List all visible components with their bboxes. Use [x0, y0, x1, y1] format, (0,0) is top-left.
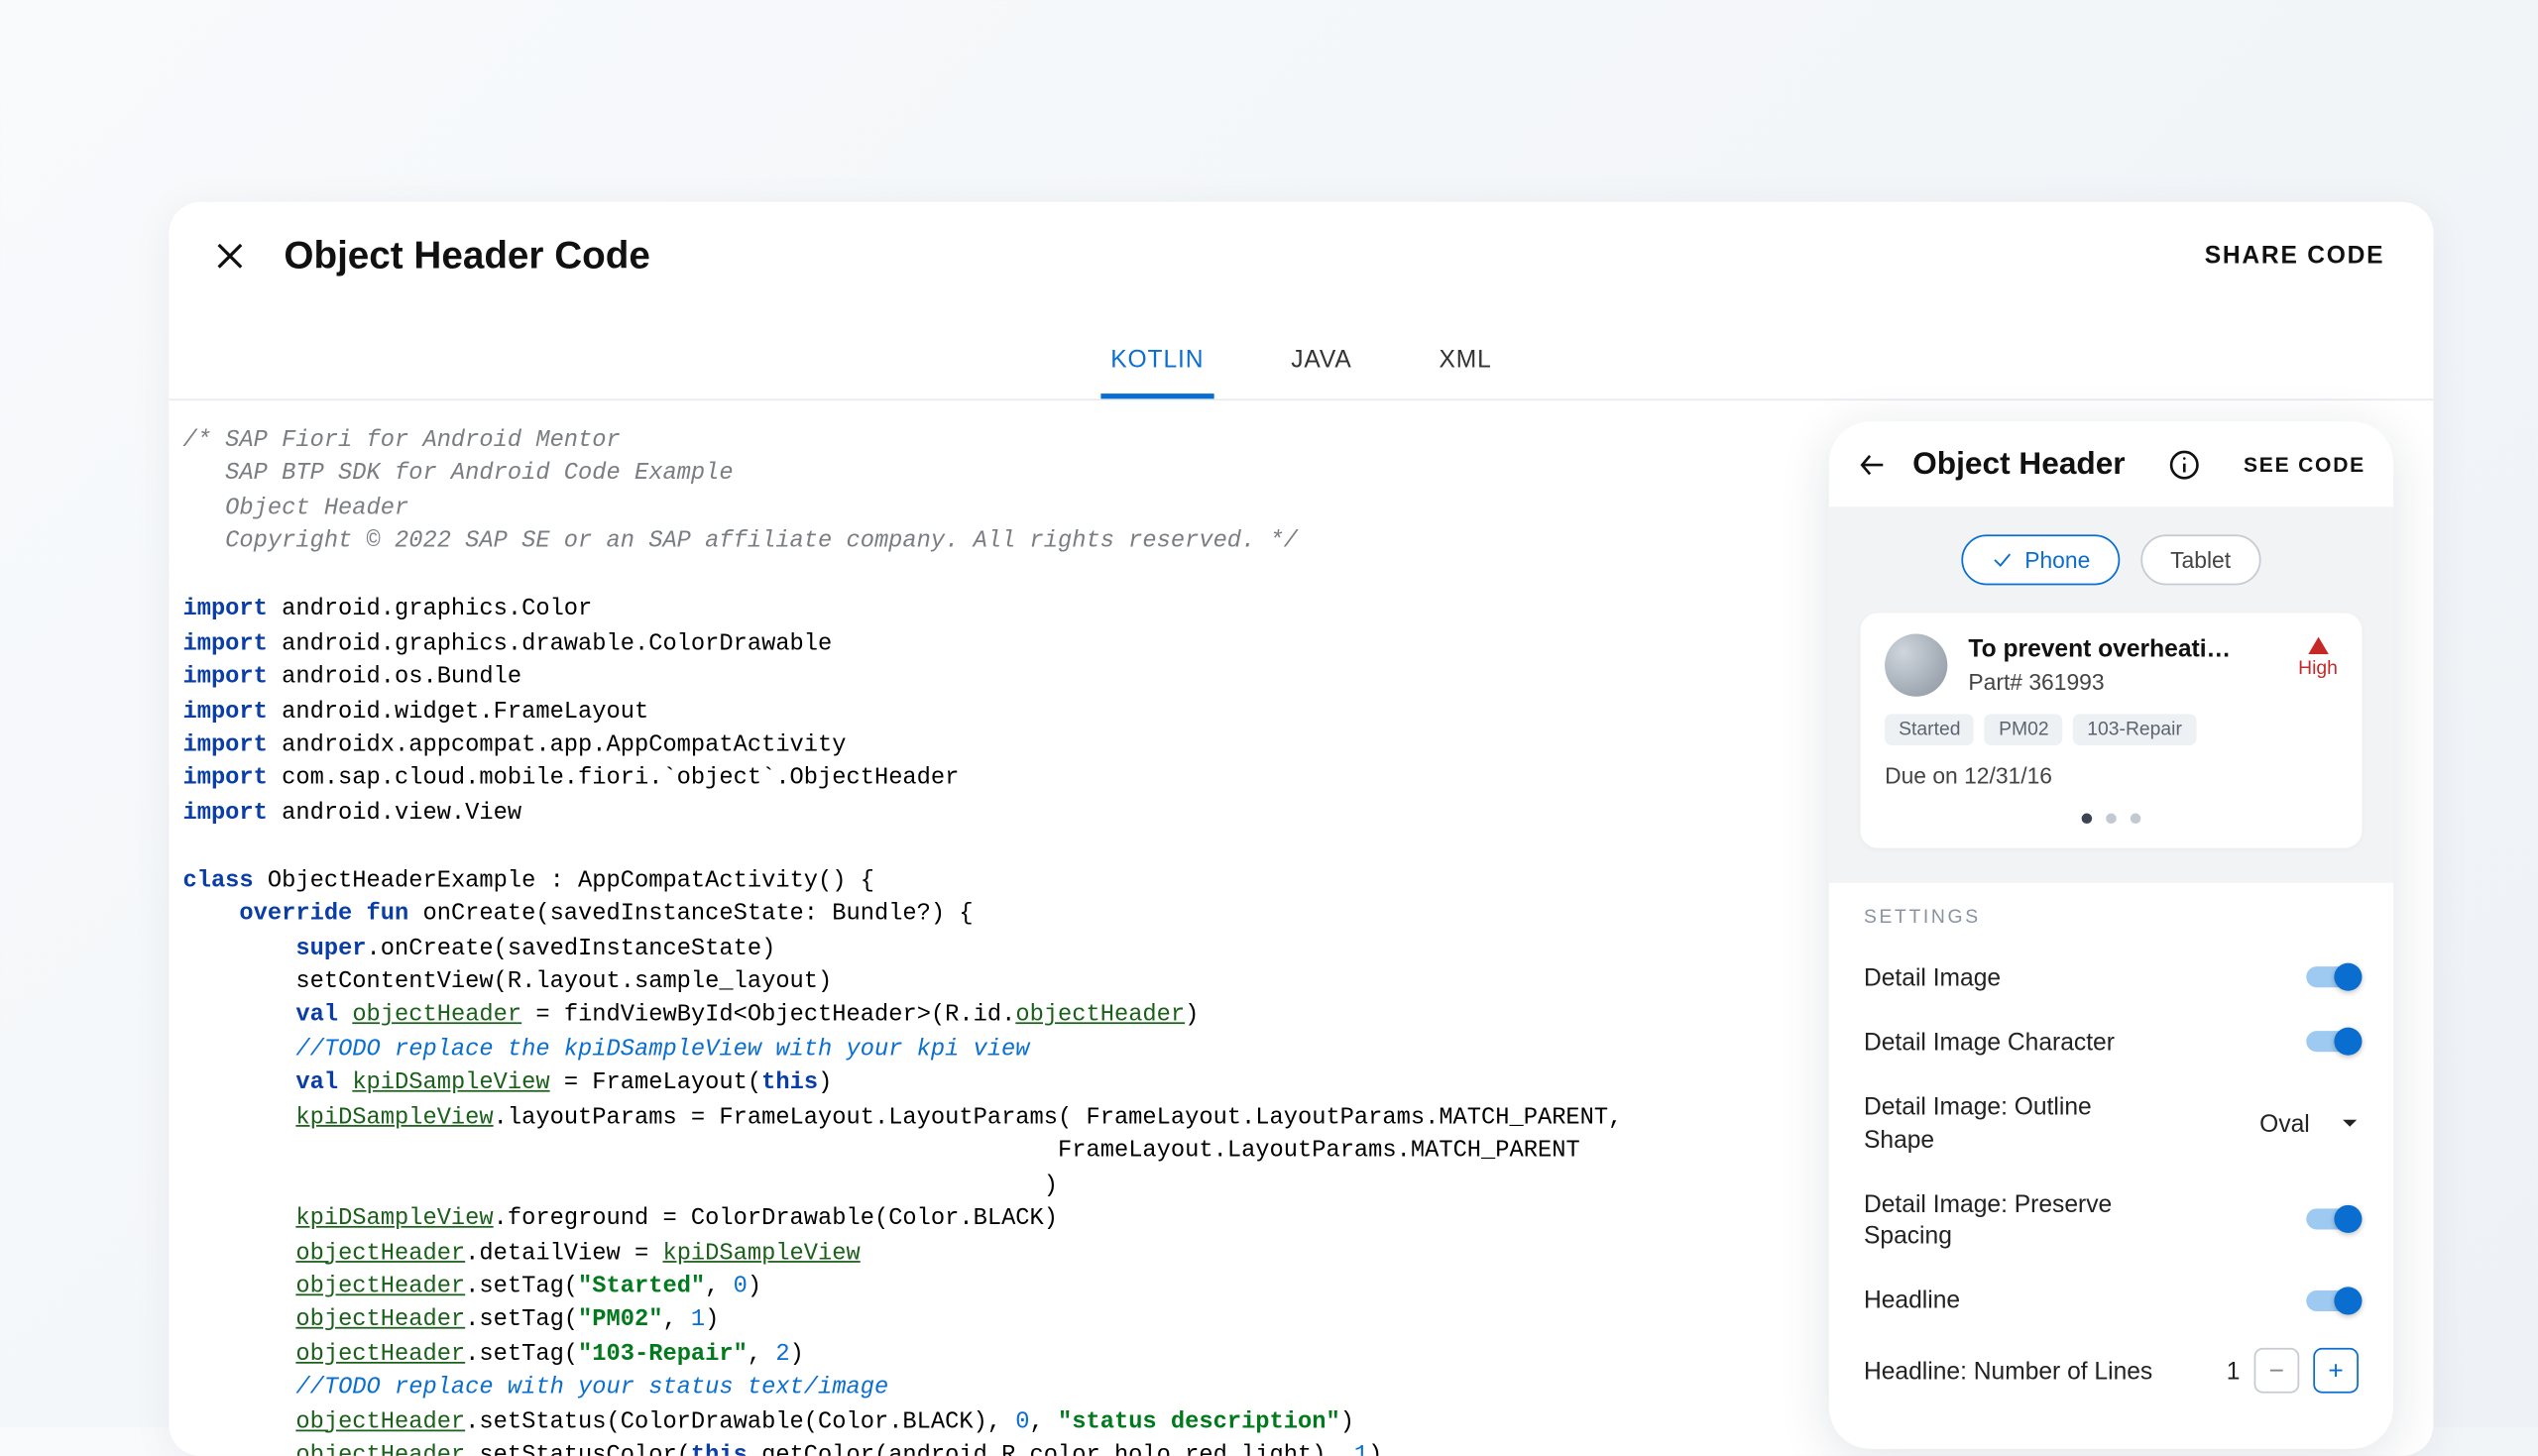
preview-panel: Object Header SEE CODE Phone Tablet [1829, 421, 2393, 1449]
tab-xml[interactable]: XML [1429, 327, 1502, 398]
page-dots [1885, 814, 2338, 825]
preview-title: Object Header [1912, 446, 2142, 483]
preview-subhead: Part# 361993 [1968, 669, 2337, 695]
setting-detail-image: Detail Image [1864, 946, 2359, 1010]
stepper-minus[interactable]: − [2254, 1348, 2300, 1394]
toggle-detail-image[interactable] [2306, 967, 2359, 988]
form-factor-tablet[interactable]: Tablet [2140, 534, 2260, 585]
close-icon[interactable] [211, 237, 250, 276]
setting-detail-image-character: Detail Image Character [1864, 1010, 2359, 1074]
share-code-button[interactable]: SHARE CODE [2205, 240, 2385, 268]
toggle-preserve-spacing[interactable] [2306, 1209, 2359, 1230]
toggle-detail-image-character[interactable] [2306, 1032, 2359, 1053]
setting-headline: Headline [1864, 1269, 2359, 1333]
object-header-preview: To prevent overheati… Part# 361993 High … [1860, 613, 2362, 847]
settings-label: SETTINGS [1864, 907, 2359, 928]
priority-indicator: High [2298, 634, 2338, 680]
page-dot[interactable] [2131, 814, 2141, 825]
form-factor-phone[interactable]: Phone [1962, 534, 2120, 585]
code-panel-title: Object Header Code [284, 233, 649, 279]
page-dot[interactable] [2106, 814, 2117, 825]
tag-chip: Started [1885, 714, 1974, 745]
form-factor-toggle: Phone Tablet [1860, 534, 2362, 585]
see-code-button[interactable]: SEE CODE [2244, 452, 2365, 477]
setting-preserve-spacing: Detail Image: Preserve Spacing [1864, 1172, 2359, 1269]
detail-image [1885, 634, 1947, 697]
stepper-plus[interactable]: + [2313, 1348, 2359, 1394]
tag-chip: PM02 [1985, 714, 2063, 745]
due-date: Due on 12/31/16 [1885, 763, 2338, 789]
toggle-headline[interactable] [2306, 1290, 2359, 1311]
setting-outline-shape: Detail Image: Outline Shape Oval [1864, 1074, 2359, 1172]
warning-icon [2306, 634, 2331, 659]
page-dot[interactable] [2082, 814, 2093, 825]
setting-headline-lines: Headline: Number of Lines 1 − + [1864, 1333, 2359, 1409]
select-outline-shape[interactable]: Oval [2259, 1109, 2359, 1137]
tab-java[interactable]: JAVA [1281, 327, 1362, 398]
preview-area: Phone Tablet To prevent overheati… Part#… [1829, 506, 2393, 883]
info-icon[interactable] [2167, 447, 2202, 482]
chevron-down-icon [2341, 1114, 2359, 1132]
tag-chip: 103-Repair [2073, 714, 2196, 745]
code-panel-header: Object Header Code SHARE CODE [169, 202, 2433, 279]
stepper-headline-lines: 1 − + [2227, 1348, 2359, 1394]
preview-headline: To prevent overheati… [1968, 634, 2337, 662]
code-tabs: KOTLIN JAVA XML [169, 327, 2433, 400]
tag-row: Started PM02 103-Repair [1885, 714, 2338, 745]
tab-kotlin[interactable]: KOTLIN [1100, 327, 1214, 398]
back-icon[interactable] [1857, 448, 1889, 480]
preview-header: Object Header SEE CODE [1829, 421, 2393, 506]
settings-area: SETTINGS Detail Image Detail Image Chara… [1829, 883, 2393, 1409]
check-icon [1992, 548, 2015, 571]
